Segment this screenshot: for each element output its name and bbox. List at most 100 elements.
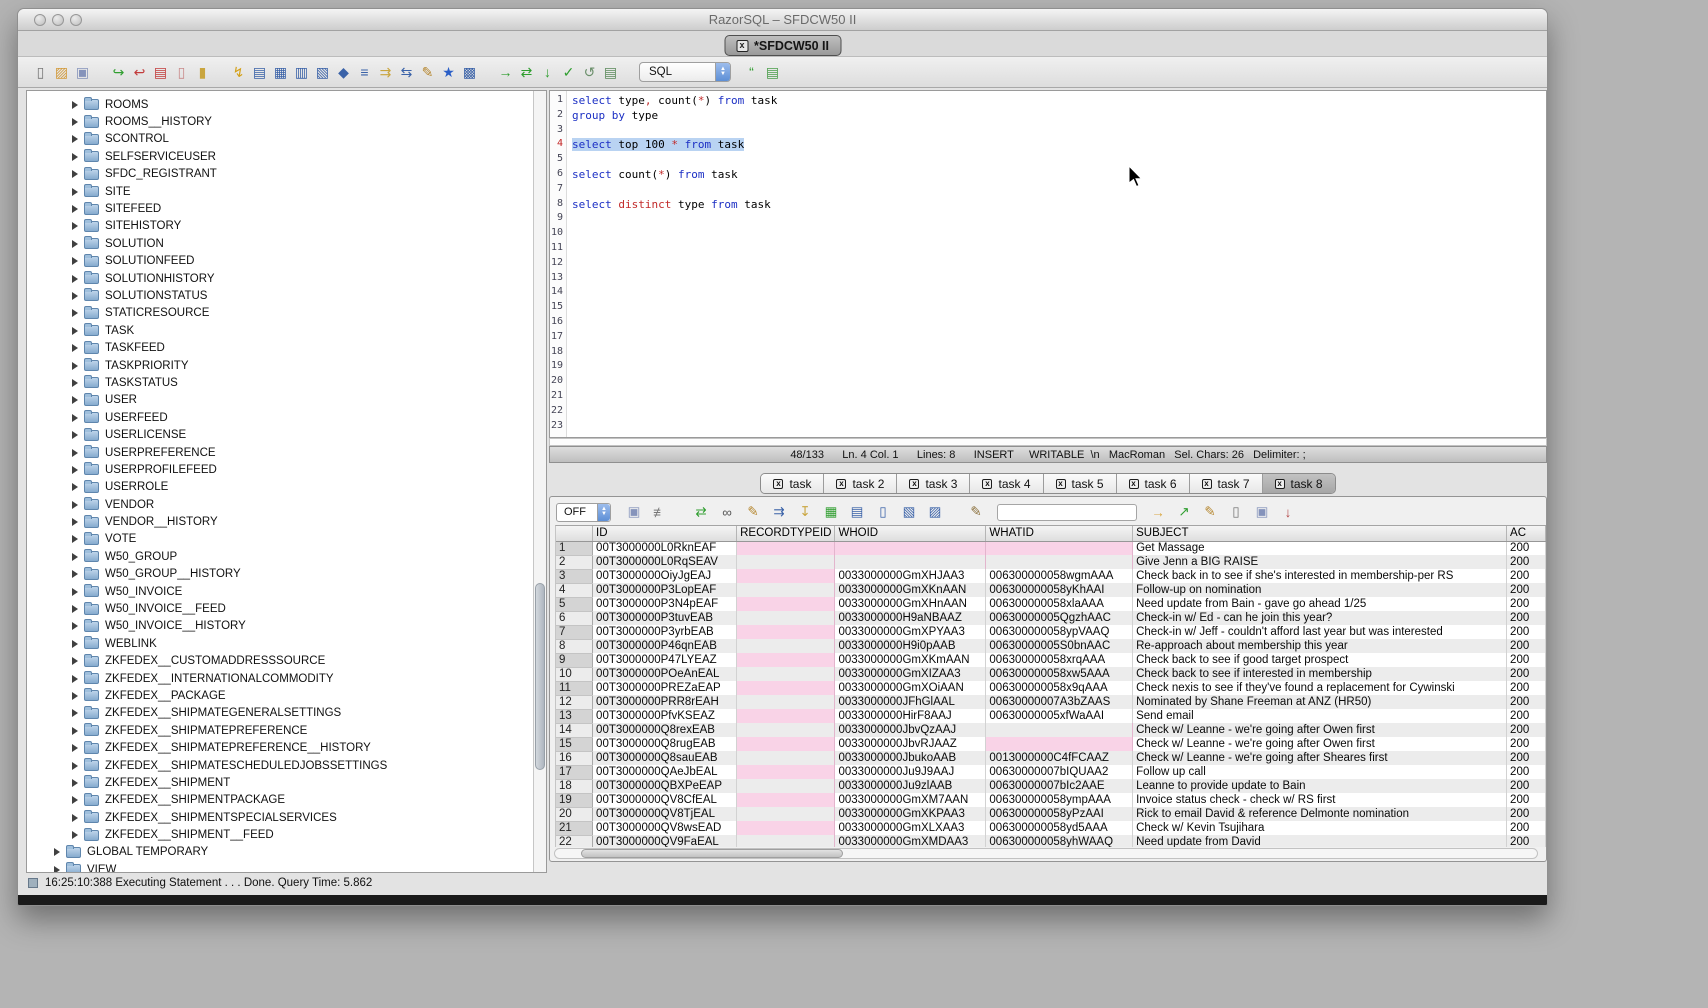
tree-item-staticresource[interactable]: STATICRESOURCE xyxy=(27,305,533,322)
grid-row-number[interactable]: 7 xyxy=(556,625,593,639)
disclosure-triangle-icon[interactable] xyxy=(72,709,78,717)
grid-cell[interactable]: 200 xyxy=(1507,667,1546,681)
grid-cell[interactable]: Check back to see if interested in membe… xyxy=(1133,667,1507,681)
disclosure-triangle-icon[interactable] xyxy=(54,848,60,856)
grid-column-header[interactable]: RECORDTYPEID xyxy=(737,526,835,541)
grid-cell[interactable]: Check back in to see if she's interested… xyxy=(1133,569,1507,583)
fetch-more-icon[interactable]: ↓ xyxy=(1277,502,1299,522)
tree-item-sitefeed[interactable]: SITEFEED xyxy=(27,200,533,217)
result-tab-task-5[interactable]: xtask 5 xyxy=(1043,474,1116,493)
tree-item-zkfedex__shipmatepreference__history[interactable]: ZKFEDEX__SHIPMATEPREFERENCE__HISTORY xyxy=(27,739,533,756)
grid-cell[interactable] xyxy=(986,723,1133,737)
grid-cell[interactable]: Check-in w/ Ed - can he join this year? xyxy=(1133,611,1507,625)
disclosure-triangle-icon[interactable] xyxy=(72,257,78,265)
schema-tree[interactable]: ROOMSROOMS__HISTORYSCONTROLSELFSERVICEUS… xyxy=(27,91,533,872)
sql-insert-icon[interactable]: ✎ xyxy=(965,502,987,522)
disclosure-triangle-icon[interactable] xyxy=(72,535,78,543)
tree-item-zkfedex__internationalcommodity[interactable]: ZKFEDEX__INTERNATIONALCOMMODITY xyxy=(27,670,533,687)
disclosure-triangle-icon[interactable] xyxy=(72,153,78,161)
grid-cell[interactable]: 0033000000Ju9zlAAB xyxy=(835,779,986,793)
grid-cell[interactable]: 006300000058yd5AAA xyxy=(986,821,1133,835)
grid-cell[interactable]: 200 xyxy=(1507,737,1546,751)
tree-scrollbar-thumb[interactable] xyxy=(535,583,545,770)
grid-row-number[interactable]: 22 xyxy=(556,835,593,847)
tree-item-w50_invoice__history[interactable]: W50_INVOICE__HISTORY xyxy=(27,618,533,635)
grid-cell[interactable] xyxy=(737,695,835,709)
grid-cell[interactable] xyxy=(737,793,835,807)
grid-cell[interactable]: 0033000000JFhGlAAL xyxy=(835,695,986,709)
grid-cell[interactable]: 200 xyxy=(1507,583,1546,597)
tree-item-rooms__history[interactable]: ROOMS__HISTORY xyxy=(27,113,533,130)
grid-cell[interactable] xyxy=(737,653,835,667)
grid-cell[interactable]: Give Jenn a BIG RAISE xyxy=(1133,555,1507,569)
grid-cell[interactable]: 200 xyxy=(1507,779,1546,793)
grid-cell[interactable] xyxy=(737,555,835,569)
favorites-star-icon[interactable]: ★ xyxy=(438,62,459,82)
grid-cell[interactable]: 00630000007A3bZAAS xyxy=(986,695,1133,709)
grid-cell[interactable]: 00T3000000POeAnEAL xyxy=(593,667,737,681)
save-grid-icon[interactable]: ▣ xyxy=(1251,502,1273,522)
grid-cell[interactable]: 00T3000000QBXPeEAP xyxy=(593,779,737,793)
grid-cell[interactable]: 00T3000000PfvKSEAZ xyxy=(593,709,737,723)
grid-cell[interactable]: Check w/ Leanne - we're going after Owen… xyxy=(1133,723,1507,737)
generate-table-icon[interactable]: ▦ xyxy=(820,502,842,522)
grid-cell[interactable]: Check w/ Leanne - we're going after Owen… xyxy=(1133,737,1507,751)
grid-cell[interactable]: Invoice status check - check w/ RS first xyxy=(1133,793,1507,807)
grid-row-number[interactable]: 17 xyxy=(556,765,593,779)
disclosure-triangle-icon[interactable] xyxy=(72,501,78,509)
grid-cell[interactable] xyxy=(737,765,835,779)
grid-row-number[interactable]: 3 xyxy=(556,569,593,583)
outdent-icon[interactable]: ⇆ xyxy=(396,62,417,82)
disclosure-triangle-icon[interactable] xyxy=(72,605,78,613)
disclosure-triangle-icon[interactable] xyxy=(72,170,78,178)
result-tab-task-6[interactable]: xtask 6 xyxy=(1116,474,1189,493)
grid-cell[interactable]: 200 xyxy=(1507,807,1546,821)
tree-item-rooms[interactable]: ROOMS xyxy=(27,96,533,113)
indent-icon[interactable]: ⇉ xyxy=(375,62,396,82)
tree-item-w50_invoice__feed[interactable]: W50_INVOICE__FEED xyxy=(27,600,533,617)
grid-row-number[interactable]: 12 xyxy=(556,695,593,709)
disclosure-triangle-icon[interactable] xyxy=(72,640,78,648)
disclosure-triangle-icon[interactable] xyxy=(72,118,78,126)
tree-item-solutionhistory[interactable]: SOLUTIONHISTORY xyxy=(27,270,533,287)
tree-item-w50_invoice[interactable]: W50_INVOICE xyxy=(27,583,533,600)
edit-cell-icon[interactable]: ✎ xyxy=(742,502,764,522)
form-view-icon[interactable]: ▯ xyxy=(872,502,894,522)
grid-cell[interactable]: 200 xyxy=(1507,625,1546,639)
result-tab-task-2[interactable]: xtask 2 xyxy=(823,474,896,493)
disclosure-triangle-icon[interactable] xyxy=(72,135,78,143)
titlebar[interactable]: RazorSQL – SFDCW50 II xyxy=(18,9,1547,31)
tree-item-zkfedex__package[interactable]: ZKFEDEX__PACKAGE xyxy=(27,687,533,704)
grid-row-number[interactable]: 6 xyxy=(556,611,593,625)
grid-cell[interactable] xyxy=(737,821,835,835)
grid-cell[interactable]: 0033000000JbvRJAAZ xyxy=(835,737,986,751)
disclosure-triangle-icon[interactable] xyxy=(72,205,78,213)
grid-cell[interactable]: 00630000005xfWaAAI xyxy=(986,709,1133,723)
reexecute-icon[interactable]: ⇄ xyxy=(516,62,537,82)
grid-cell[interactable] xyxy=(986,555,1133,569)
tab-close-icon[interactable]: x xyxy=(773,479,783,489)
grid-cell[interactable]: Get Massage xyxy=(1133,541,1507,555)
grid-cell[interactable]: Check nexis to see if they've found a re… xyxy=(1133,681,1507,695)
results-search-input[interactable] xyxy=(997,504,1137,521)
tree-item-taskfeed[interactable]: TASKFEED xyxy=(27,339,533,356)
grid-cell[interactable] xyxy=(737,835,835,847)
tree-item-taskstatus[interactable]: TASKSTATUS xyxy=(27,374,533,391)
grid-cell[interactable]: 0033000000HirF8AAJ xyxy=(835,709,986,723)
disclosure-triangle-icon[interactable] xyxy=(72,796,78,804)
grid-cell[interactable]: 00T3000000PREZaEAP xyxy=(593,681,737,695)
tab-close-icon[interactable]: x xyxy=(1275,479,1285,489)
tree-item-taskpriority[interactable]: TASKPRIORITY xyxy=(27,357,533,374)
grid-cell[interactable]: 00T3000000L0RqSEAV xyxy=(593,555,737,569)
grid-row-number[interactable]: 19 xyxy=(556,793,593,807)
grid-cell[interactable]: 0033000000GmXKnAAN xyxy=(835,583,986,597)
tree-item-vendor__history[interactable]: VENDOR__HISTORY xyxy=(27,513,533,530)
tab-close-icon[interactable]: x xyxy=(736,40,748,52)
zoom-window-button[interactable] xyxy=(70,14,82,26)
disclosure-triangle-icon[interactable] xyxy=(72,814,78,822)
disclosure-triangle-icon[interactable] xyxy=(72,588,78,596)
execute-sql-icon[interactable]: ↯ xyxy=(228,62,249,82)
grid-cell[interactable]: 0033000000JbukoAAB xyxy=(835,751,986,765)
grid-cell[interactable]: Check w/ Kevin Tsujihara xyxy=(1133,821,1507,835)
grid-cell[interactable] xyxy=(737,807,835,821)
